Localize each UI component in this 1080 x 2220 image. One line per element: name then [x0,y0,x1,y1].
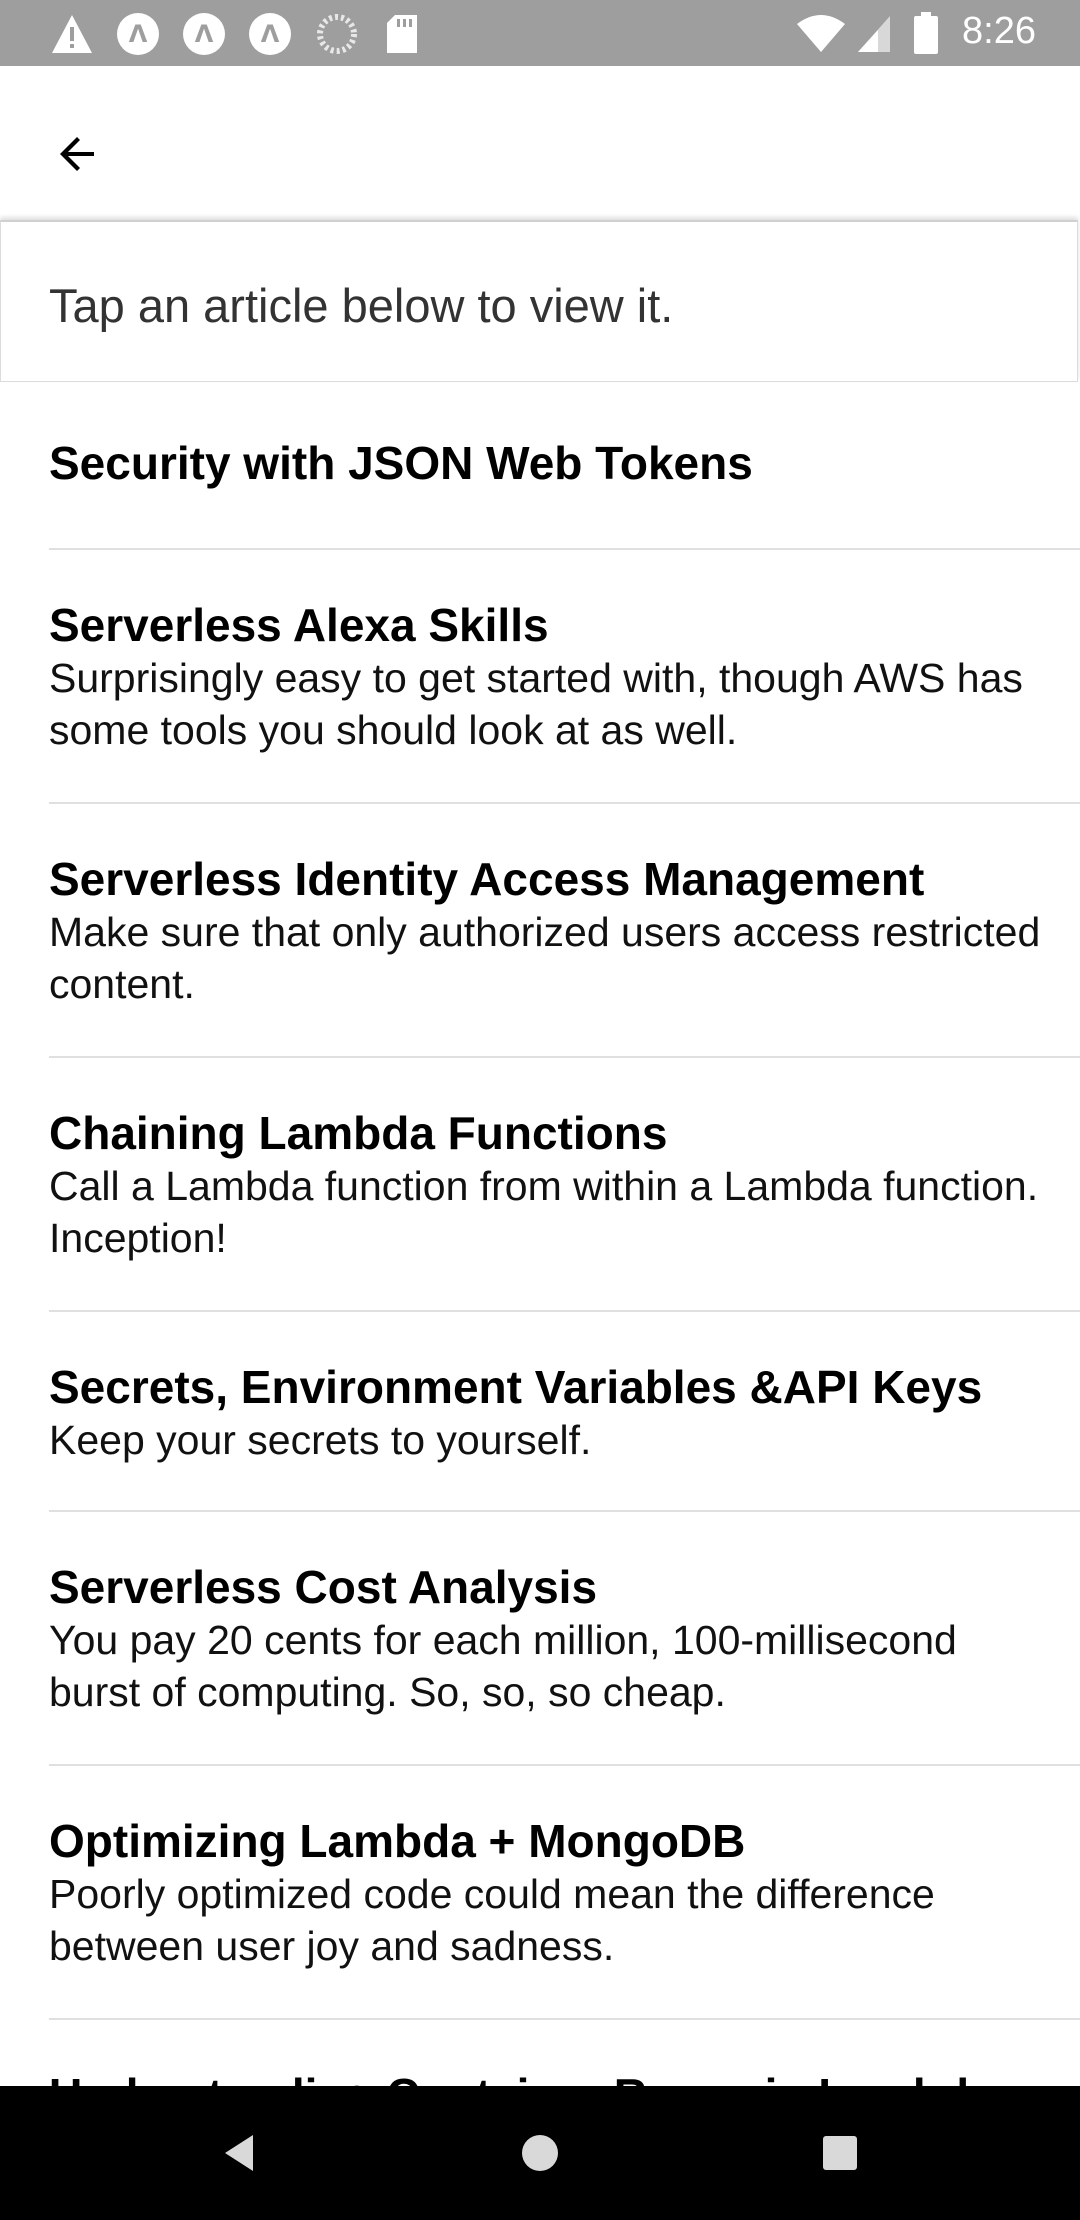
list-item[interactable]: Optimizing Lambda + MongoDB Poorly optim… [49,1766,1080,2020]
clock: 8:26 [962,10,1036,52]
back-button[interactable] [36,112,120,196]
list-item[interactable]: Chaining Lambda Functions Call a Lambda … [49,1058,1080,1312]
hint-card: Tap an article below to view it. [0,220,1078,382]
article-description: Poorly optimized code could mean the dif… [49,1871,935,1969]
home-circle-icon[interactable] [518,2131,562,2175]
article-description: Surprisingly easy to get started with, t… [49,655,1023,753]
article-title: Understanding Container Reuse in Lambda [49,2068,1080,2086]
article-title: Secrets, Environment Variables &API Keys [49,1361,983,1413]
article-description: Call a Lambda function from within a Lam… [49,1163,1039,1261]
list-item[interactable]: Understanding Container Reuse in Lambda [49,2020,1080,2086]
arrow-back-icon [60,137,94,171]
list-item[interactable]: Security with JSON Web Tokens [49,384,1080,550]
warning-icon [52,15,92,53]
back-triangle-icon[interactable] [219,2131,263,2175]
article-title: Serverless Alexa Skills [49,599,549,651]
app-bar [0,66,1080,218]
list-item[interactable]: Serverless Cost Analysis You pay 20 cent… [49,1512,1080,1766]
signal-icon [858,16,890,52]
article-description: You pay 20 cents for each million, 100-m… [49,1617,957,1715]
list-item[interactable]: Serverless Alexa Skills Surprisingly eas… [49,550,1080,804]
article-title: Optimizing Lambda + MongoDB [49,1815,746,1867]
article-title: Security with JSON Web Tokens [49,437,753,489]
loading-icon [317,14,357,54]
battery-icon [914,12,938,54]
article-list[interactable]: Security with JSON Web Tokens Serverless… [0,384,1080,2086]
list-item[interactable]: Serverless Identity Access Management Ma… [49,804,1080,1058]
article-description: Keep your secrets to yourself. [49,1417,592,1463]
status-bar: Λ Λ Λ 8:26 [0,0,1080,66]
navigation-bar [0,2086,1080,2220]
wifi-icon [797,15,845,52]
article-title: Chaining Lambda Functions [49,1107,668,1159]
app-a-icon: Λ [117,13,159,55]
app-a-icon: Λ [183,13,225,55]
article-title: Serverless Identity Access Management [49,853,925,905]
article-description: Make sure that only authorized users acc… [49,909,1041,1007]
list-item[interactable]: Secrets, Environment Variables &API Keys… [49,1312,1080,1512]
recents-square-icon[interactable] [818,2131,862,2175]
app-a-icon: Λ [249,13,291,55]
sd-card-icon [387,15,417,53]
hint-text: Tap an article below to view it. [49,279,674,332]
article-title: Serverless Cost Analysis [49,1561,598,1613]
